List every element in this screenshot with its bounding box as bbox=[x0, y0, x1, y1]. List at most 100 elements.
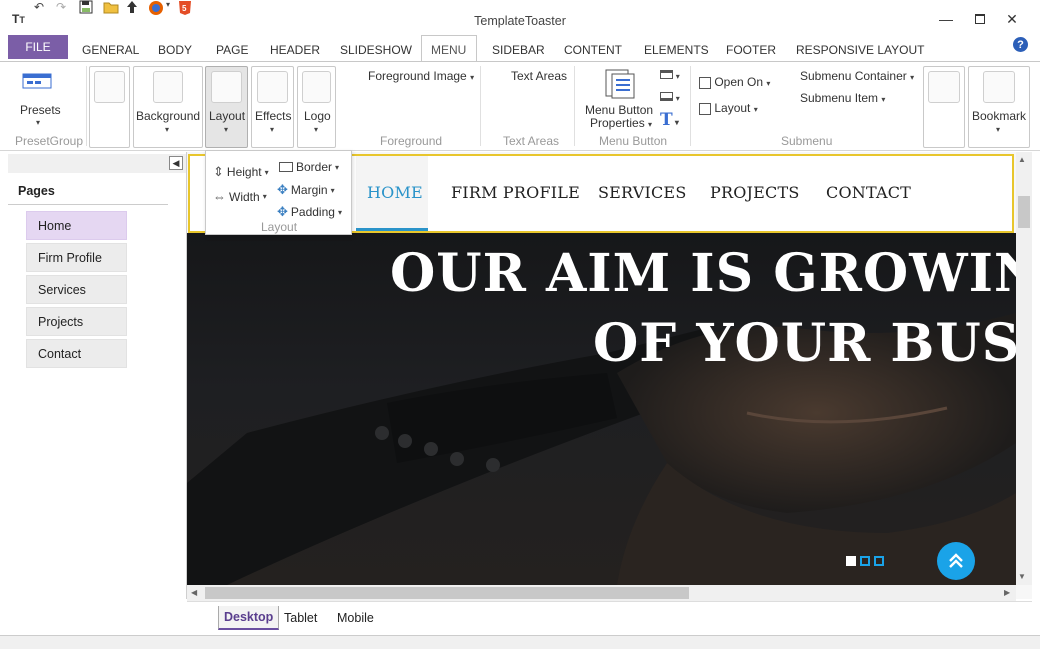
view-tab-mobile[interactable]: Mobile bbox=[332, 606, 379, 630]
chevron-down-icon: ▾ bbox=[766, 79, 771, 88]
chevron-down-icon: ▾ bbox=[910, 73, 915, 82]
slide-indicator-active[interactable] bbox=[846, 556, 856, 566]
horizontal-scroll-thumb[interactable] bbox=[205, 587, 689, 599]
tab-page[interactable]: PAGE bbox=[216, 43, 248, 57]
scroll-down-icon[interactable]: ▼ bbox=[1018, 572, 1026, 581]
group-label-text-areas: Text Areas bbox=[503, 134, 560, 148]
bookmark-label: Bookmark bbox=[972, 109, 1027, 123]
tab-footer[interactable]: FOOTER bbox=[726, 43, 776, 57]
chevron-down-icon: ▾ bbox=[470, 73, 475, 82]
border-dropdown[interactable]: Border ▾ bbox=[279, 160, 339, 174]
tab-slideshow[interactable]: SLIDESHOW bbox=[340, 43, 412, 57]
tab-responsive-layout[interactable]: RESPONSIVE LAYOUT bbox=[796, 43, 924, 57]
view-tab-desktop[interactable]: Desktop bbox=[218, 606, 280, 630]
site-nav-firm-profile[interactable]: FIRM PROFILE bbox=[451, 183, 580, 202]
padding-label: Padding bbox=[290, 205, 335, 219]
pages-title: Pages bbox=[18, 184, 55, 198]
chevron-down-icon: ▾ bbox=[648, 120, 653, 129]
site-nav-home[interactable]: HOME bbox=[367, 183, 423, 202]
bookmark-button[interactable]: Bookmark ▾ bbox=[968, 66, 1030, 148]
padding-dropdown[interactable]: ✥ Padding ▾ bbox=[277, 204, 342, 220]
redo-icon[interactable]: ↷ bbox=[56, 0, 66, 14]
slide-indicator[interactable] bbox=[860, 556, 870, 566]
text-areas-button[interactable]: Text Areas bbox=[511, 69, 567, 83]
open-on-icon bbox=[699, 76, 711, 89]
style-slot-button-2[interactable] bbox=[923, 66, 965, 148]
tab-menu[interactable]: MENU bbox=[431, 43, 466, 57]
tab-elements[interactable]: ELEMENTS bbox=[644, 43, 709, 57]
hero-heading-line-2: OF YOUR BUSIN bbox=[593, 313, 1016, 374]
submenu-item-dropdown[interactable]: Submenu Item ▾ bbox=[800, 91, 885, 105]
width-label: Width bbox=[229, 189, 260, 204]
logo-label: Logo bbox=[304, 109, 331, 123]
foreground-image-label: Foreground Image bbox=[368, 69, 467, 83]
site-nav-projects[interactable]: PROJECTS bbox=[710, 183, 800, 202]
scroll-right-icon[interactable]: ▶ bbox=[1004, 588, 1010, 597]
chevron-down-icon: ▾ bbox=[264, 167, 269, 177]
page-item-home[interactable]: Home bbox=[26, 211, 127, 240]
view-tab-tablet[interactable]: Tablet bbox=[279, 606, 322, 630]
logo-button[interactable]: Logo ▾ bbox=[297, 66, 336, 148]
properties-text: Properties bbox=[590, 116, 645, 130]
page-item-contact[interactable]: Contact bbox=[26, 339, 127, 368]
presets-caret-icon[interactable]: ▾ bbox=[36, 118, 40, 127]
margin-dropdown[interactable]: ✥ Margin ▾ bbox=[277, 182, 335, 198]
tab-sidebar[interactable]: SIDEBAR bbox=[492, 43, 545, 57]
maximize-icon[interactable] bbox=[966, 8, 994, 30]
menu-style-2-icon[interactable]: ▾ bbox=[660, 92, 680, 104]
status-bar bbox=[0, 635, 1040, 649]
tab-general[interactable]: GENERAL bbox=[82, 43, 139, 57]
style-slot-button[interactable] bbox=[89, 66, 130, 148]
submenu-item-label: Submenu Item bbox=[800, 91, 879, 105]
presets-button[interactable]: Presets bbox=[20, 103, 61, 117]
open-on-dropdown[interactable]: Open On ▾ bbox=[699, 75, 770, 89]
menu-button-properties-button[interactable]: Menu Button bbox=[585, 103, 653, 117]
group-label-presetgroup: PresetGroup bbox=[15, 134, 84, 148]
chevron-down-icon: ▾ bbox=[330, 185, 335, 195]
vertical-scroll-thumb[interactable] bbox=[1018, 196, 1030, 228]
help-icon[interactable]: ? bbox=[1013, 37, 1028, 52]
tab-header[interactable]: HEADER bbox=[270, 43, 320, 57]
width-icon: ⇔ bbox=[213, 189, 226, 204]
tab-body[interactable]: BODY bbox=[158, 43, 192, 57]
text-format-icon[interactable]: T ▾ bbox=[660, 110, 679, 130]
height-dropdown[interactable]: ⇕ Height ▾ bbox=[213, 164, 269, 180]
layout-button[interactable]: Layout ▾ bbox=[205, 66, 248, 148]
width-dropdown[interactable]: ⇔ Width ▾ bbox=[213, 189, 267, 204]
site-nav-contact[interactable]: CONTACT bbox=[826, 183, 911, 202]
tab-content[interactable]: CONTENT bbox=[564, 43, 622, 57]
layout-caret-icon: ▾ bbox=[224, 125, 229, 134]
chevron-down-icon: ▾ bbox=[337, 207, 342, 217]
minimize-icon[interactable]: — bbox=[932, 8, 960, 30]
window-title: TemplateToaster bbox=[474, 14, 566, 28]
effects-button[interactable]: Effects ▾ bbox=[251, 66, 294, 148]
presets-icon bbox=[22, 72, 54, 95]
layout-group-label: Layout bbox=[261, 220, 298, 234]
submenu-layout-dropdown[interactable]: Layout ▾ bbox=[699, 101, 758, 115]
submenu-container-dropdown[interactable]: Submenu Container ▾ bbox=[800, 69, 914, 83]
collapse-panel-icon[interactable]: ◀ bbox=[169, 156, 183, 170]
scroll-to-top-icon[interactable] bbox=[937, 542, 975, 580]
close-icon[interactable]: ✕ bbox=[998, 8, 1026, 30]
site-nav-services[interactable]: SERVICES bbox=[598, 183, 686, 202]
border-icon bbox=[279, 162, 293, 172]
divider bbox=[690, 66, 691, 146]
menu-style-1-icon[interactable]: ▾ bbox=[660, 70, 680, 82]
layout-icon bbox=[699, 102, 711, 115]
foreground-image-dropdown[interactable]: Foreground Image ▾ bbox=[368, 69, 474, 83]
background-button[interactable]: Background ▾ bbox=[133, 66, 203, 148]
tab-file[interactable]: FILE bbox=[8, 35, 68, 59]
browser-dropdown-icon[interactable]: ▾ bbox=[166, 0, 170, 9]
chevron-down-icon: ▾ bbox=[881, 95, 886, 104]
undo-icon[interactable]: ↶ bbox=[34, 0, 44, 14]
page-item-firm-profile[interactable]: Firm Profile bbox=[26, 243, 127, 272]
margin-label: Margin bbox=[290, 183, 328, 197]
scroll-left-icon[interactable]: ◀ bbox=[191, 588, 197, 597]
menu-button-properties-label-2: Properties ▾ bbox=[590, 116, 652, 130]
divider bbox=[480, 66, 481, 146]
slide-indicator[interactable] bbox=[874, 556, 884, 566]
page-item-projects[interactable]: Projects bbox=[26, 307, 127, 336]
scroll-up-icon[interactable]: ▲ bbox=[1018, 155, 1026, 164]
page-item-services[interactable]: Services bbox=[26, 275, 127, 304]
height-icon: ⇕ bbox=[213, 164, 224, 179]
